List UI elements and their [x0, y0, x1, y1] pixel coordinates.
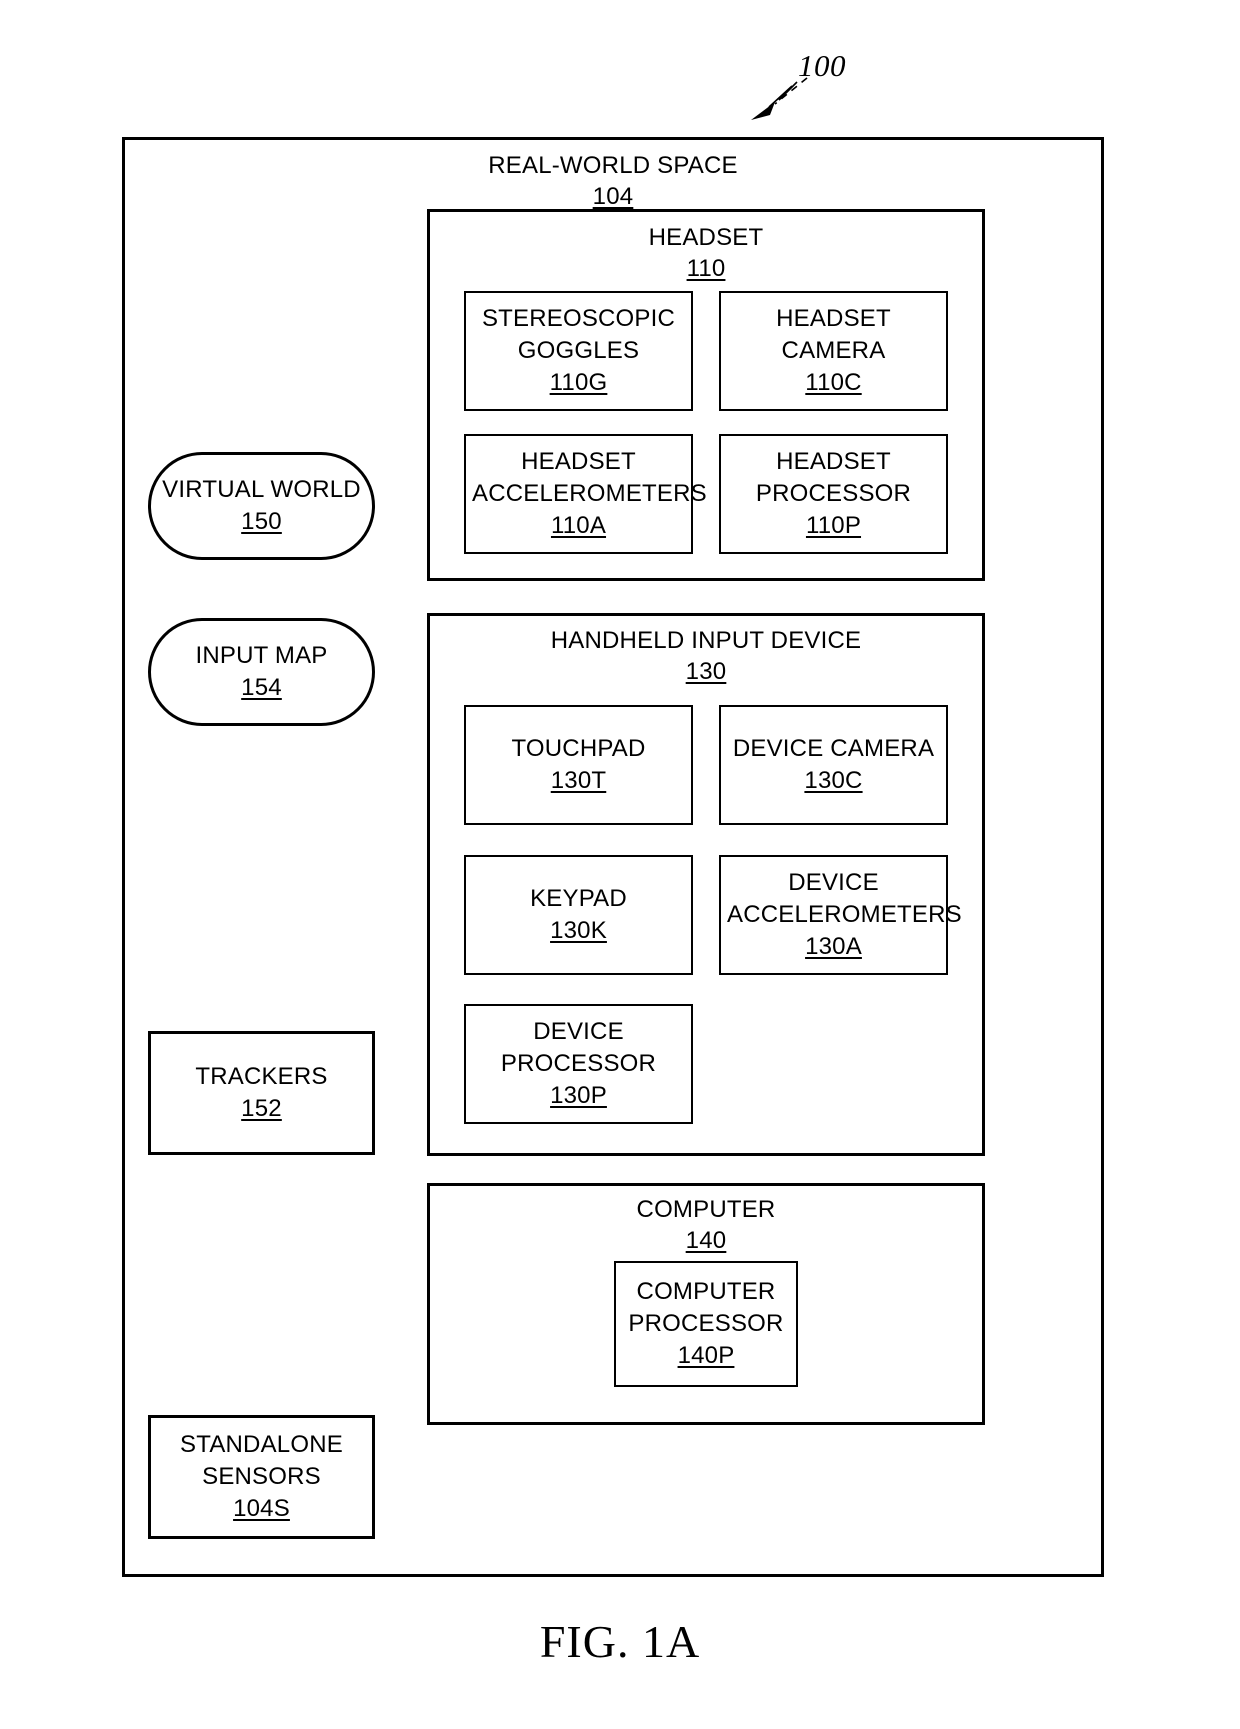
device-processor-box: DEVICE PROCESSOR 130P	[464, 1004, 693, 1124]
touchpad-ref: 130T	[550, 767, 607, 794]
keypad-line1: KEYPAD	[530, 885, 627, 912]
headset-camera-line1: HEADSET CAMERA	[776, 305, 891, 364]
headset-label: HEADSET	[648, 224, 764, 251]
device-camera-line1: DEVICE CAMERA	[732, 735, 935, 762]
stereoscopic-goggles-line2: GOGGLES	[517, 337, 640, 364]
trackers-ref: 152	[241, 1095, 282, 1122]
real-world-space-ref: 104	[592, 183, 634, 210]
computer-ref: 140	[685, 1227, 727, 1254]
real-world-space-title: REAL-WORLD SPACE 104	[122, 150, 1104, 212]
keypad-box: KEYPAD 130K	[464, 855, 693, 975]
figure-caption: FIG. 1A	[539, 1616, 701, 1667]
trackers-label: TRACKERS	[195, 1063, 328, 1090]
headset-ref: 110	[686, 255, 726, 282]
handheld-input-device-label: HANDHELD INPUT DEVICE	[550, 627, 862, 654]
virtual-world-node: VIRTUAL WORLD 150	[148, 452, 375, 560]
device-accelerometers-ref: 130A	[805, 933, 862, 960]
figure-callout-number: 100	[798, 48, 846, 83]
headset-camera-text: HEADSET CAMERA 110C	[721, 303, 946, 399]
input-map-node: INPUT MAP 154	[148, 618, 375, 726]
device-accelerometers-text: DEVICE ACCELEROMETERS 130A	[721, 867, 962, 963]
figure-callout-100: 100	[745, 48, 885, 128]
virtual-world-text: VIRTUAL WORLD 150	[151, 474, 372, 538]
computer-processor-text: COMPUTER PROCESSOR 140P	[616, 1276, 796, 1372]
device-accelerometers-box: DEVICE ACCELEROMETERS 130A	[719, 855, 962, 975]
trackers-text: TRACKERS 152	[151, 1061, 372, 1125]
device-processor-line1: DEVICE	[533, 1018, 624, 1045]
headset-accelerometers-text: HEADSET ACCELEROMETERS 110A	[466, 446, 707, 542]
stereoscopic-goggles-box: STEREOSCOPIC GOGGLES 110G	[464, 291, 693, 411]
standalone-sensors-line2: SENSORS	[202, 1463, 321, 1490]
stereoscopic-goggles-text: STEREOSCOPIC GOGGLES 110G	[466, 303, 691, 399]
headset-camera-ref: 110C	[805, 369, 862, 396]
stereoscopic-goggles-ref: 110G	[549, 369, 608, 396]
headset-title: HEADSET 110	[427, 222, 985, 284]
virtual-world-label: VIRTUAL WORLD	[162, 476, 361, 503]
headset-camera-box: HEADSET CAMERA 110C	[719, 291, 948, 411]
handheld-input-device-title: HANDHELD INPUT DEVICE 130	[427, 625, 985, 687]
headset-processor-ref: 110P	[805, 512, 862, 539]
device-camera-ref: 130C	[804, 767, 863, 794]
headset-accelerometers-line1: HEADSET	[521, 448, 636, 475]
virtual-world-ref: 150	[241, 508, 282, 535]
touchpad-text: TOUCHPAD 130T	[466, 733, 691, 797]
standalone-sensors-text: STANDALONE SENSORS 104S	[151, 1429, 372, 1525]
computer-title: COMPUTER 140	[427, 1194, 985, 1256]
trackers-box: TRACKERS 152	[148, 1031, 375, 1155]
headset-accelerometers-ref: 110A	[550, 512, 607, 539]
input-map-text: INPUT MAP 154	[151, 640, 372, 704]
computer-processor-box: COMPUTER PROCESSOR 140P	[614, 1261, 798, 1387]
headset-accelerometers-line2: ACCELEROMETERS	[472, 480, 707, 507]
touchpad-box: TOUCHPAD 130T	[464, 705, 693, 825]
standalone-sensors-line1: STANDALONE	[180, 1431, 343, 1458]
touchpad-line1: TOUCHPAD	[511, 735, 646, 762]
input-map-ref: 154	[241, 674, 282, 701]
device-accelerometers-line1: DEVICE	[788, 869, 879, 896]
computer-processor-line1: COMPUTER	[636, 1278, 776, 1305]
headset-processor-text: HEADSET PROCESSOR 110P	[721, 446, 946, 542]
device-accelerometers-line2: ACCELEROMETERS	[727, 901, 962, 928]
device-processor-line2: PROCESSOR	[500, 1050, 657, 1077]
computer-processor-ref: 140P	[677, 1342, 735, 1369]
keypad-ref: 130K	[550, 917, 607, 944]
headset-processor-line1: HEADSET	[776, 448, 891, 475]
computer-label: COMPUTER	[636, 1196, 776, 1223]
handheld-input-device-ref: 130	[685, 658, 727, 685]
device-camera-text: DEVICE CAMERA 130C	[721, 733, 946, 797]
headset-processor-box: HEADSET PROCESSOR 110P	[719, 434, 948, 554]
computer-processor-line2: PROCESSOR	[628, 1310, 784, 1337]
input-map-label: INPUT MAP	[195, 642, 328, 669]
keypad-text: KEYPAD 130K	[466, 883, 691, 947]
standalone-sensors-box: STANDALONE SENSORS 104S	[148, 1415, 375, 1539]
stereoscopic-goggles-line1: STEREOSCOPIC	[481, 305, 676, 332]
headset-accelerometers-box: HEADSET ACCELEROMETERS 110A	[464, 434, 707, 554]
device-camera-box: DEVICE CAMERA 130C	[719, 705, 948, 825]
real-world-space-label: REAL-WORLD SPACE	[488, 152, 738, 179]
device-processor-text: DEVICE PROCESSOR 130P	[466, 1016, 691, 1112]
device-processor-ref: 130P	[550, 1082, 607, 1109]
standalone-sensors-ref: 104S	[233, 1495, 290, 1522]
headset-processor-line2: PROCESSOR	[755, 480, 912, 507]
